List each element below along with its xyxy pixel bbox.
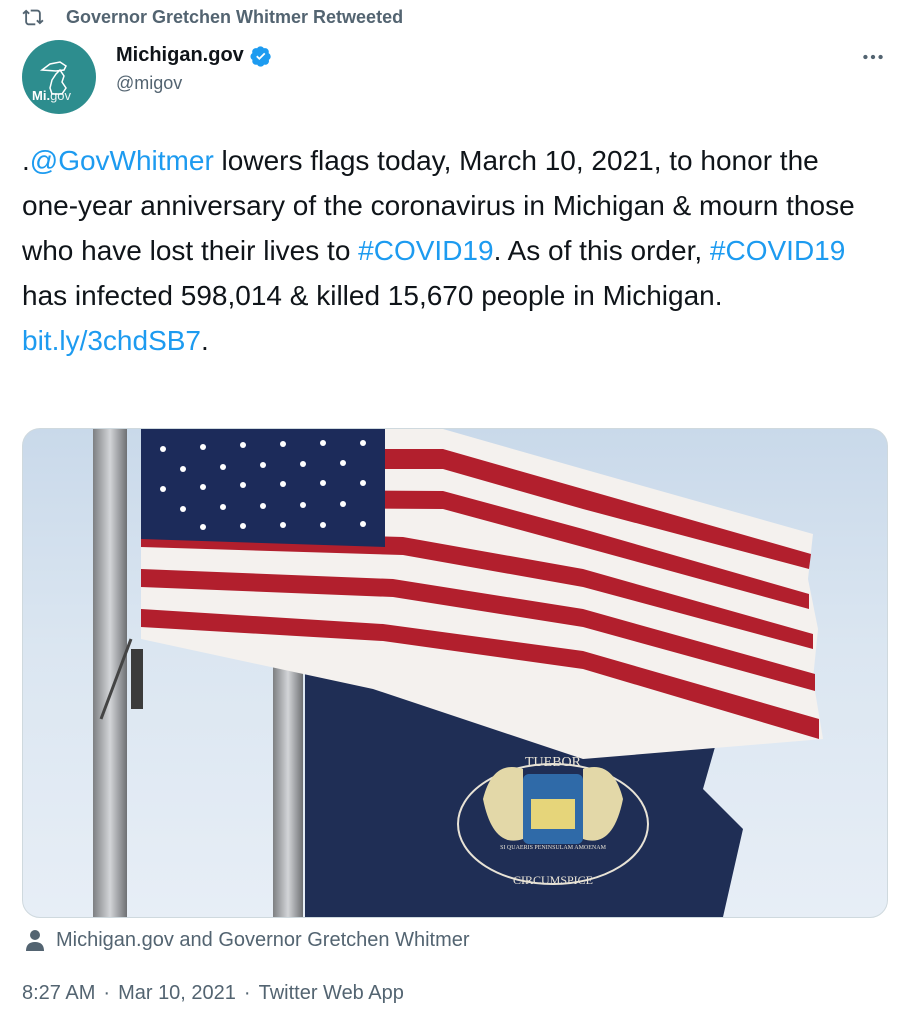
meta-separator: ·: [103, 981, 111, 1004]
more-options-icon[interactable]: [860, 44, 886, 70]
tweet-meta: 8:27 AM · Mar 10, 2021 · Twitter Web App: [22, 978, 404, 1008]
tweet-time[interactable]: 8:27 AM: [22, 982, 95, 1005]
flagpole-right: [273, 659, 303, 917]
tweet-photo[interactable]: TUEBOR CIRCUMSPICE SI QUAERIS PENINSULAM…: [22, 428, 888, 918]
person-icon: [26, 930, 44, 951]
svg-text:CIRCUMSPICE: CIRCUMSPICE: [513, 873, 593, 887]
us-flag: [141, 429, 823, 759]
avatar-logo-text: Mi.gov: [32, 88, 72, 103]
avatar[interactable]: Mi.gov: [22, 40, 96, 114]
mention-link[interactable]: @GovWhitmer: [30, 145, 214, 176]
tweet-text-segment: .: [22, 145, 30, 176]
author-display-name[interactable]: Michigan.gov: [116, 44, 272, 67]
verified-badge-icon: [250, 45, 271, 67]
hashtag-link[interactable]: #COVID19: [710, 235, 845, 266]
svg-text:SI QUAERIS PENINSULAM AMOENAM: SI QUAERIS PENINSULAM AMOENAM: [500, 845, 607, 851]
tagged-label: Michigan.gov and Governor Gretchen Whitm…: [56, 928, 470, 951]
author-name-text: Michigan.gov: [116, 44, 244, 66]
flagpole-left: [93, 429, 127, 917]
retweet-label: Governor Gretchen Whitmer Retweeted: [66, 6, 404, 27]
tweet-text-segment: has infected 598,014 & killed 15,670 peo…: [22, 280, 723, 311]
retweet-context[interactable]: Governor Gretchen Whitmer Retweeted: [22, 4, 403, 30]
tweet-text-segment: . As of this order,: [493, 235, 710, 266]
meta-separator: ·: [243, 981, 251, 1004]
tagged-people[interactable]: Michigan.gov and Governor Gretchen Whitm…: [26, 926, 470, 954]
tweet-header: Mi.gov Michigan.gov @migov: [22, 38, 892, 118]
tweet-source[interactable]: Twitter Web App: [259, 982, 404, 1005]
tweet-text-segment: .: [201, 325, 209, 356]
tweet-text: .@GovWhitmer lowers flags today, March 1…: [22, 138, 882, 363]
tweet-date[interactable]: Mar 10, 2021: [118, 982, 236, 1005]
flags-photo: TUEBOR CIRCUMSPICE SI QUAERIS PENINSULAM…: [93, 429, 823, 917]
halyard-clip: [131, 649, 143, 709]
author-handle[interactable]: @migov: [116, 73, 272, 94]
hashtag-link[interactable]: #COVID19: [358, 235, 493, 266]
retweet-icon: [22, 9, 44, 26]
url-link[interactable]: bit.ly/3chdSB7: [22, 325, 201, 356]
svg-text:TUEBOR: TUEBOR: [525, 755, 582, 770]
